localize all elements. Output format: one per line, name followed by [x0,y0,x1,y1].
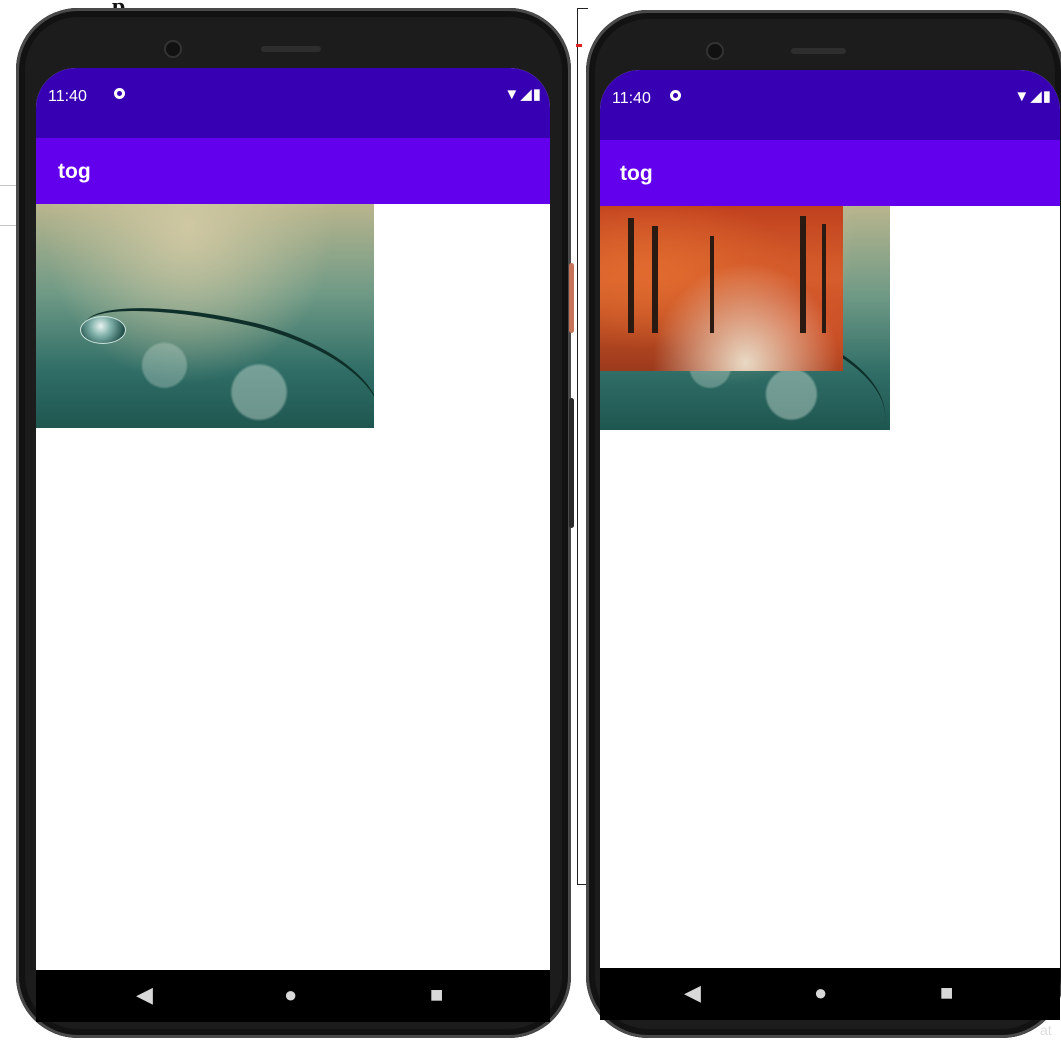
doc-red-mark [576,44,582,47]
left-phone-screen: 11:40 ▼◢▮ tog [36,68,550,976]
tree-trunk [652,226,658,333]
power-button [569,263,574,333]
home-button[interactable]: ● [284,982,297,1008]
autumn-forest-photo [600,206,843,371]
home-button[interactable]: ● [814,980,827,1006]
recents-button[interactable]: ■ [940,980,953,1006]
status-time: 11:40 [48,88,87,105]
tree-trunk [800,216,806,333]
back-button[interactable]: ◀ [684,980,701,1006]
back-button[interactable]: ◀ [136,982,153,1008]
front-camera-icon [706,42,724,60]
right-phone-screen: 11:40 ▼◢▮ tog [600,70,1060,970]
tree-trunk [822,224,826,333]
tree-trunk [710,236,714,333]
status-time: 11:40 [612,90,651,107]
recents-button[interactable]: ■ [430,982,443,1008]
front-camera-icon [164,40,182,58]
volume-button [569,398,574,528]
content-area [36,204,550,976]
tree-trunk [628,218,634,333]
app-bar: tog [600,140,1060,206]
earpiece-speaker [261,46,321,52]
right-phone-frame: 11:40 ▼◢▮ tog ◀ ● ■ [586,10,1061,1038]
wifi-signal-battery-icons: ▼◢▮ [1014,88,1052,105]
status-bar: 11:40 ▼◢▮ [36,68,550,138]
app-bar: tog [36,138,550,204]
water-droplet [80,316,126,344]
content-area [600,206,1060,970]
status-bar: 11:40 ▼◢▮ [600,70,1060,140]
notification-icon [114,88,125,99]
navigation-bar: ◀ ● ■ [36,970,550,1022]
water-drop-photo [36,204,374,428]
wifi-signal-battery-icons: ▼◢▮ [504,86,542,103]
app-title: tog [620,162,653,185]
navigation-bar: ◀ ● ■ [600,968,1060,1020]
app-title: tog [58,160,91,183]
notification-icon [670,90,681,101]
left-phone-frame: 11:40 ▼◢▮ tog ◀ ● ■ [16,8,574,1038]
corner-text: at [1040,1022,1052,1038]
earpiece-speaker [791,48,846,54]
leaf-blade [66,288,374,428]
